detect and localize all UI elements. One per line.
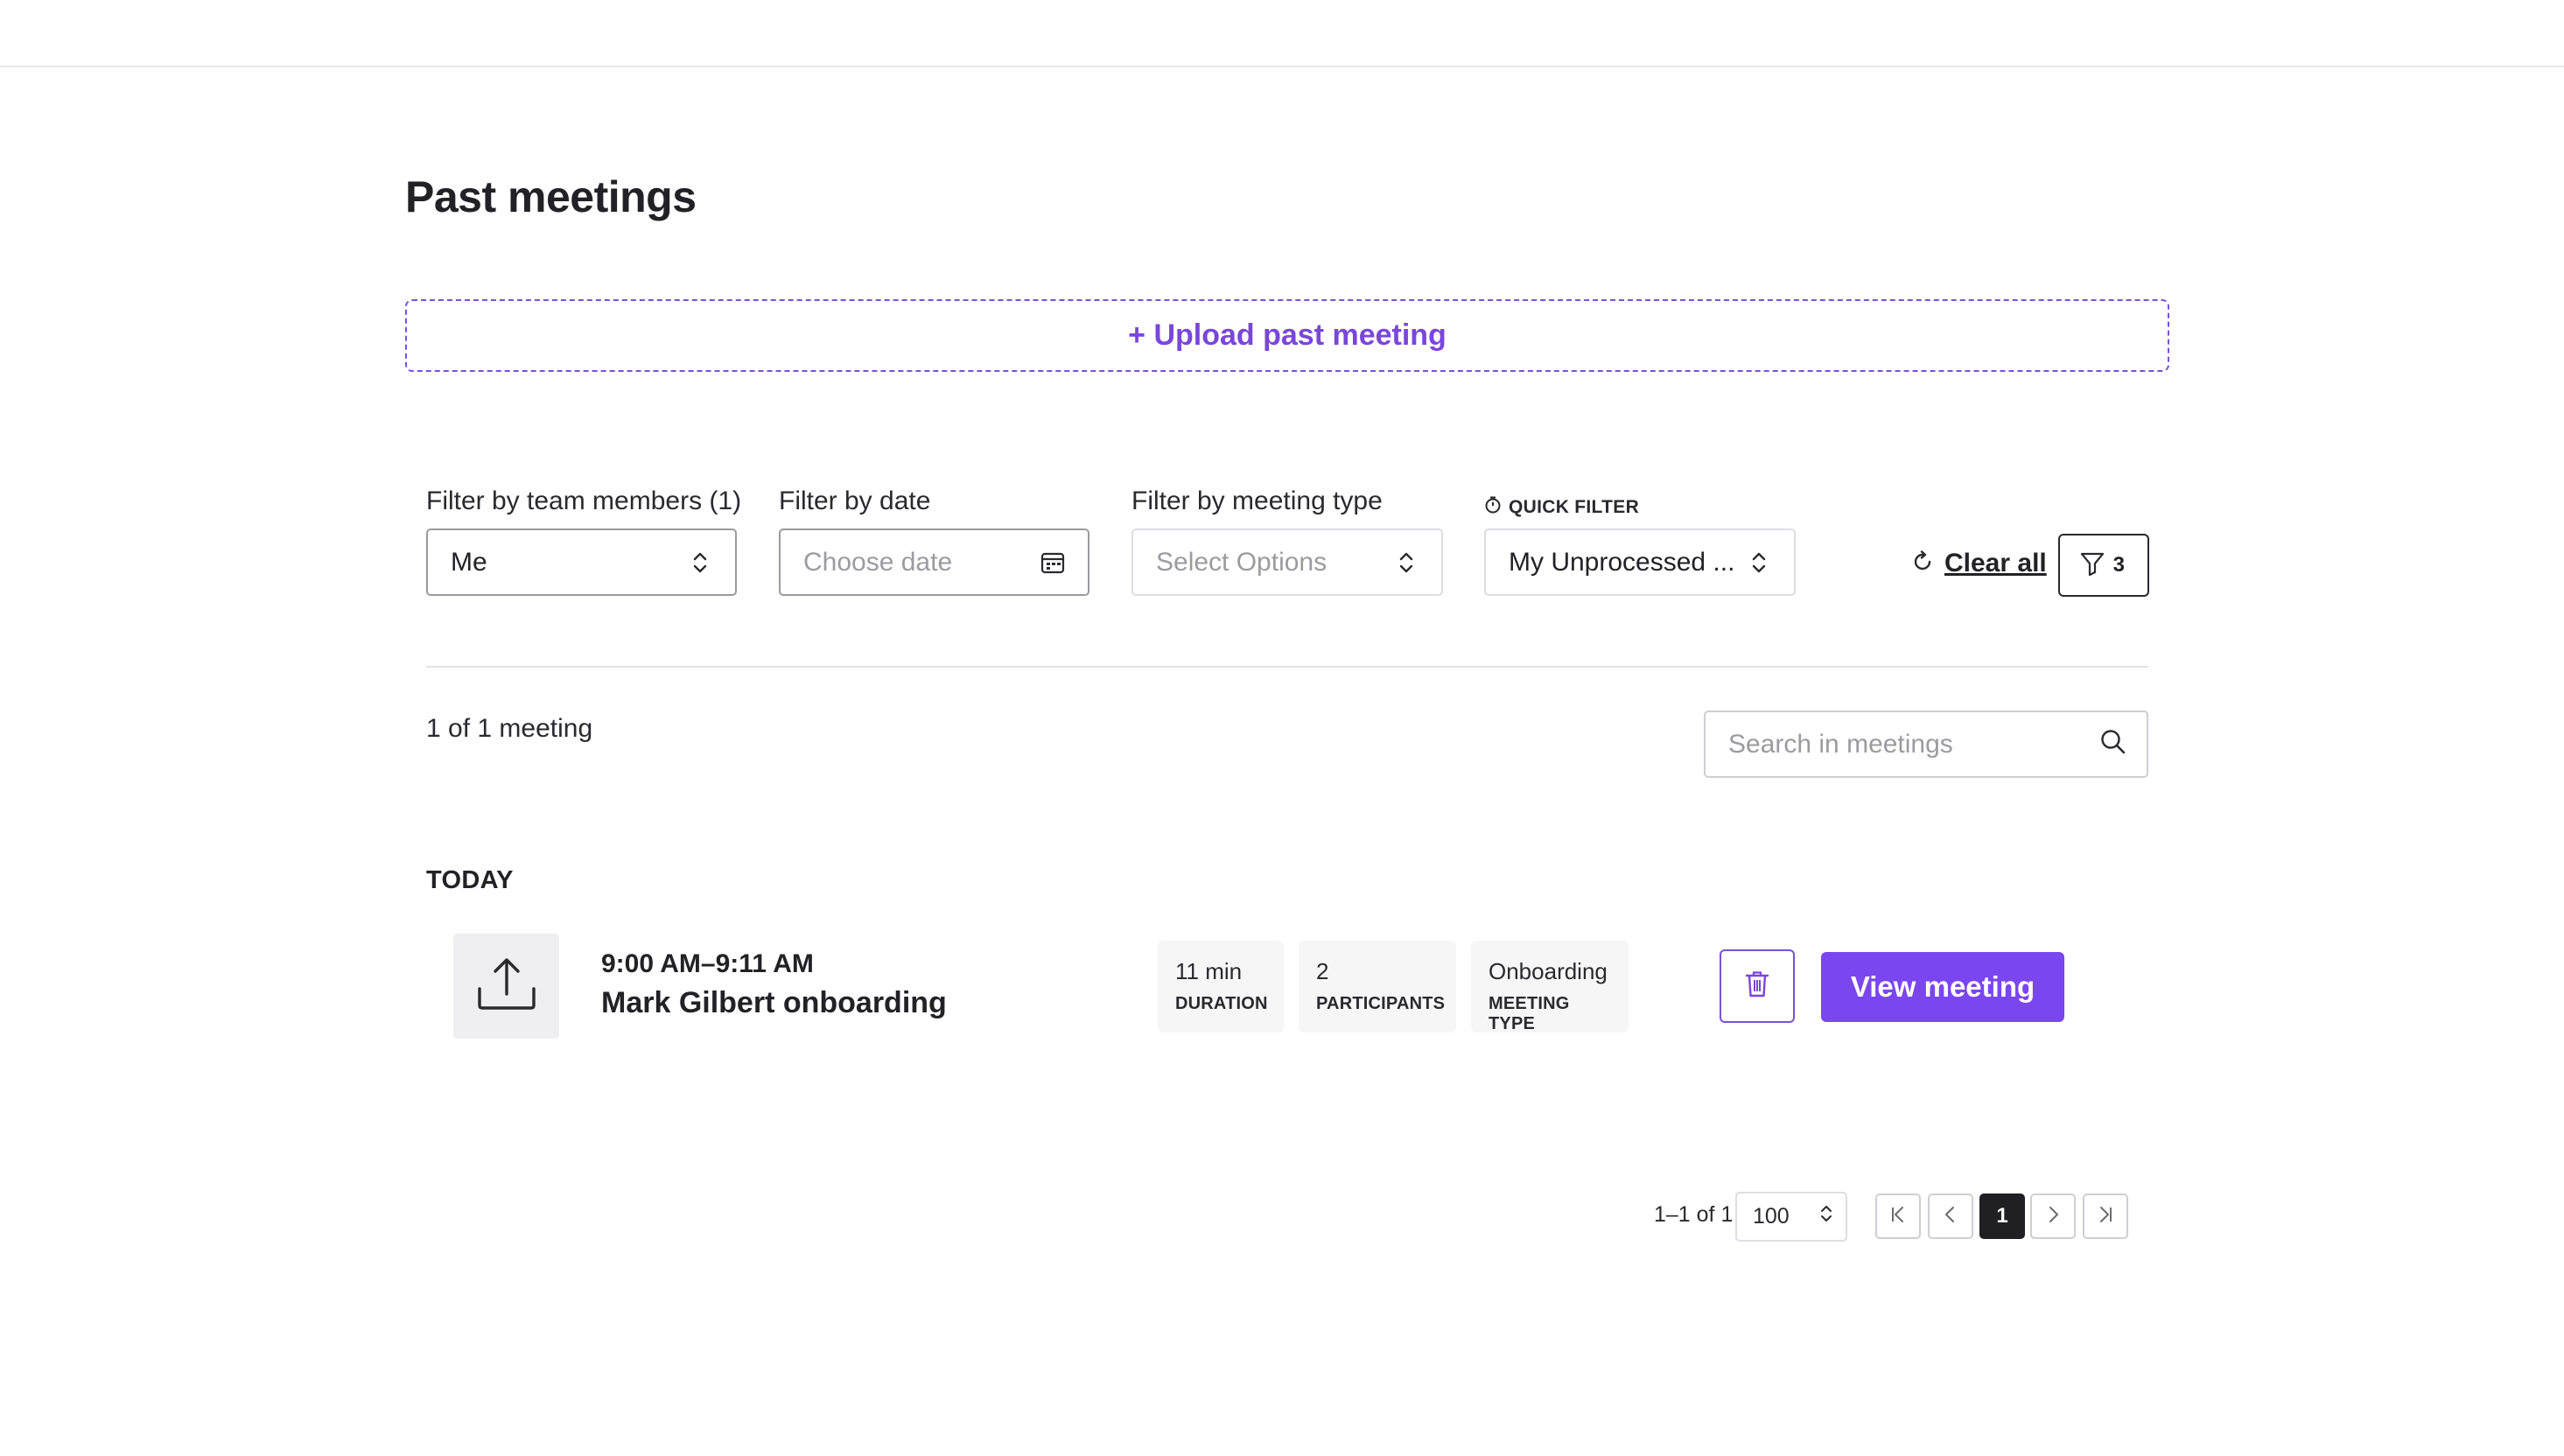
chevron-up-down-icon xyxy=(1394,550,1419,575)
refresh-icon xyxy=(1911,550,1934,578)
results-count: 1 of 1 meeting xyxy=(426,714,593,743)
participants-chip: 2 PARTICIPANTS xyxy=(1299,941,1456,1032)
chevron-up-down-icon xyxy=(688,550,712,575)
last-page-button[interactable] xyxy=(2083,1194,2128,1239)
meeting-type-chip: Onboarding MEETING TYPE xyxy=(1471,941,1629,1033)
per-page-value: 100 xyxy=(1753,1204,1790,1228)
upload-past-meeting-button[interactable]: + Upload past meeting xyxy=(405,299,2169,372)
next-page-button[interactable] xyxy=(2030,1194,2076,1239)
duration-chip: 11 min DURATION xyxy=(1158,941,1284,1032)
chevron-left-icon xyxy=(1940,1204,1961,1229)
calendar-icon xyxy=(1040,550,1065,575)
per-page-select[interactable]: 100 xyxy=(1735,1192,1847,1242)
upload-past-meeting-label: + Upload past meeting xyxy=(1128,318,1447,352)
clear-all-label: Clear all xyxy=(1944,549,2047,578)
date-picker[interactable]: Choose date xyxy=(779,528,1089,596)
quick-filter-select[interactable]: My Unprocessed ... xyxy=(1484,528,1796,596)
page-button-current[interactable]: 1 xyxy=(1979,1194,2025,1239)
upload-icon xyxy=(476,957,537,1016)
quick-filter-label: QUICK FILTER xyxy=(1484,496,1639,519)
view-meeting-button[interactable]: View meeting xyxy=(1821,952,2064,1022)
section-today-label: TODAY xyxy=(426,866,514,894)
filter-count-number: 3 xyxy=(2112,553,2125,577)
first-page-button[interactable] xyxy=(1875,1194,1921,1239)
chevron-up-down-icon xyxy=(1819,1204,1833,1229)
meeting-thumbnail xyxy=(453,934,559,1039)
duration-value: 11 min xyxy=(1175,958,1243,984)
meeting-type-label: MEETING TYPE xyxy=(1489,994,1570,1033)
chevron-up-down-icon xyxy=(1747,550,1771,575)
delete-meeting-button[interactable] xyxy=(1720,949,1795,1023)
top-bar xyxy=(0,0,2564,67)
filter-funnel-icon xyxy=(2079,550,2105,581)
chevron-right-icon xyxy=(2042,1204,2063,1229)
filter-team-members-label: Filter by team members (1) xyxy=(426,486,742,515)
search-box xyxy=(1704,710,2148,778)
date-placeholder: Choose date xyxy=(803,547,953,577)
team-members-value: Me xyxy=(451,547,487,577)
meeting-type-value: Onboarding xyxy=(1489,958,1608,984)
filter-count-button[interactable]: 3 xyxy=(2058,534,2149,597)
trash-icon xyxy=(1745,970,1769,1003)
meeting-time: 9:00 AM–9:11 AM xyxy=(601,949,814,978)
duration-label: DURATION xyxy=(1175,994,1268,1013)
last-page-icon xyxy=(2095,1204,2116,1229)
filter-meeting-type-label: Filter by meeting type xyxy=(1131,486,1383,515)
clear-all-button[interactable]: Clear all xyxy=(1911,549,2047,578)
page-title: Past meetings xyxy=(405,172,697,221)
first-page-icon xyxy=(1888,1204,1909,1229)
team-members-select[interactable]: Me xyxy=(426,528,737,596)
filter-date-label: Filter by date xyxy=(779,486,931,515)
pagination-range: 1–1 of 1 xyxy=(1654,1202,1734,1227)
meeting-title: Mark Gilbert onboarding xyxy=(601,986,947,1019)
timer-icon xyxy=(1484,496,1502,519)
meeting-type-placeholder: Select Options xyxy=(1156,547,1328,577)
participants-label: PARTICIPANTS xyxy=(1316,994,1446,1013)
previous-page-button[interactable] xyxy=(1928,1194,1973,1239)
filters-divider xyxy=(426,666,2148,668)
meeting-row: 9:00 AM–9:11 AM Mark Gilbert onboarding … xyxy=(453,934,2064,1039)
participants-value: 2 xyxy=(1316,958,1329,984)
search-icon[interactable] xyxy=(2099,728,2127,760)
meeting-type-select[interactable]: Select Options xyxy=(1131,528,1443,596)
quick-filter-label-text: QUICK FILTER xyxy=(1509,497,1640,517)
search-input[interactable] xyxy=(1728,729,2099,760)
view-meeting-label: View meeting xyxy=(1850,970,2035,1003)
quick-filter-value: My Unprocessed ... xyxy=(1509,547,1735,577)
